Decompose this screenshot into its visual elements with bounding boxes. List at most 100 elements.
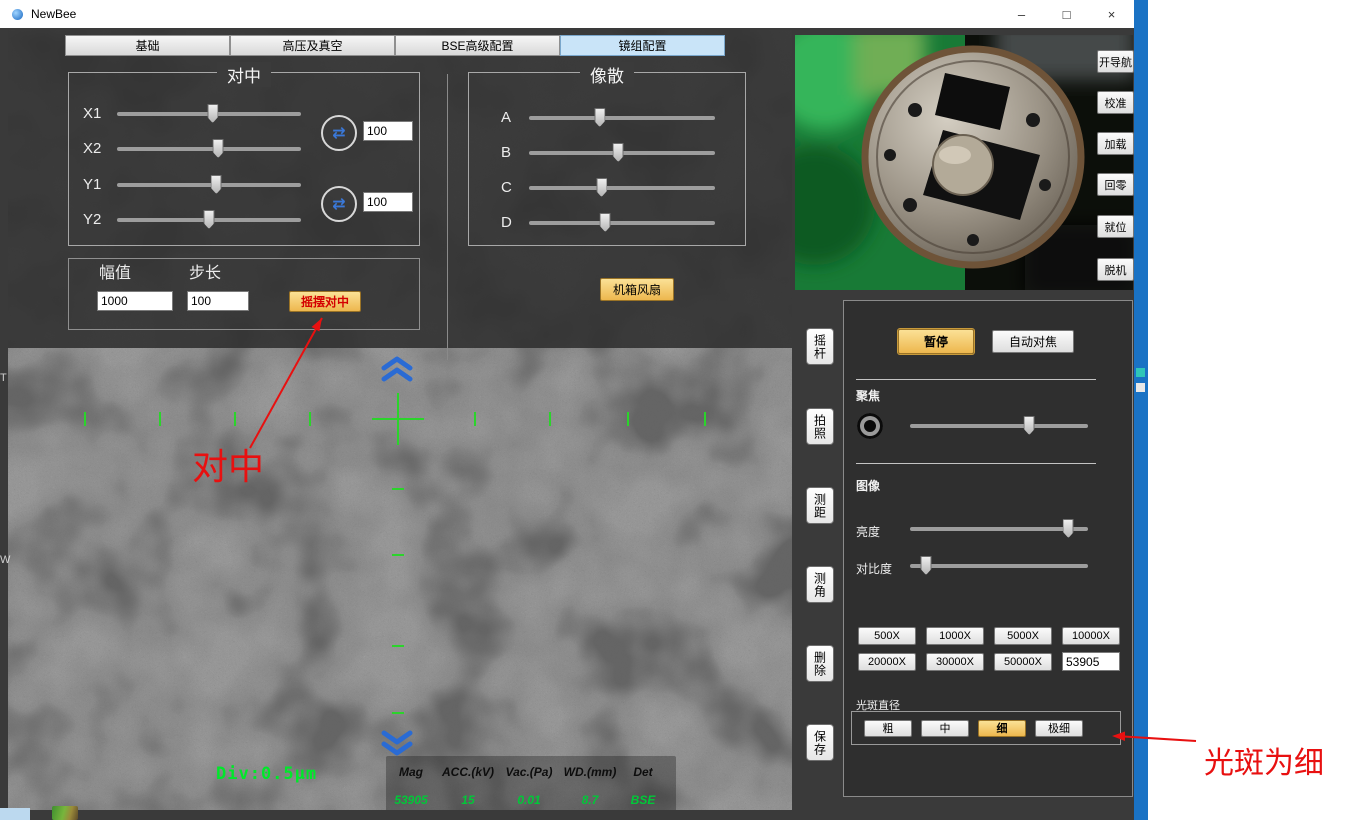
slider-thumb[interactable] <box>921 556 932 575</box>
sem-image-view: Div:0.5μm Mag ACC.(kV) Vac.(Pa) WD.(mm) … <box>8 30 792 810</box>
slider-track[interactable] <box>529 186 715 190</box>
slider-thumb[interactable] <box>213 139 224 158</box>
nav-calibrate-button[interactable]: 校准 <box>1097 91 1134 114</box>
tab-lens-config[interactable]: 镜组配置 <box>560 35 725 56</box>
autofocus-button[interactable]: 自动对焦 <box>992 330 1074 353</box>
x2-slider[interactable] <box>117 138 301 160</box>
spot-diameter-group: 粗 中 细 极细 <box>851 711 1121 745</box>
wobble-x-button[interactable]: ⇄ <box>321 115 357 151</box>
spot-coarse-button[interactable]: 粗 <box>864 720 912 737</box>
spot-fine-button[interactable]: 细 <box>978 720 1026 737</box>
stray-label: W <box>0 554 10 566</box>
status-value: 8.7 <box>558 793 622 807</box>
contrast-slider[interactable] <box>910 555 1088 577</box>
mag-1000x-button[interactable]: 1000X <box>926 627 984 645</box>
tool-photo-button[interactable]: 拍照 <box>806 408 834 445</box>
screen: NewBee – □ × <box>0 0 1366 820</box>
status-value: 0.01 <box>500 793 558 807</box>
slider-track[interactable] <box>910 564 1088 568</box>
slider-thumb[interactable] <box>613 143 624 162</box>
camera-photo <box>795 35 1133 290</box>
tool-measure-distance-button[interactable]: 测距 <box>806 487 834 524</box>
step-input[interactable] <box>187 291 249 311</box>
spot-extrafine-button[interactable]: 极细 <box>1035 720 1083 737</box>
mag-50000x-button[interactable]: 50000X <box>994 653 1052 671</box>
spot-medium-button[interactable]: 中 <box>921 720 969 737</box>
separator <box>856 379 1096 380</box>
tool-save-button[interactable]: 保存 <box>806 724 834 761</box>
mag-5000x-button[interactable]: 5000X <box>994 627 1052 645</box>
tab-basic[interactable]: 基础 <box>65 35 230 56</box>
scale-tick <box>627 412 629 426</box>
taskbar-icon[interactable] <box>1136 368 1145 377</box>
slider-track[interactable] <box>117 147 301 151</box>
scale-dash <box>392 488 404 490</box>
slider-track[interactable] <box>910 424 1088 428</box>
mag-value-input[interactable] <box>1062 652 1120 671</box>
taskbar-bottom-fragment <box>0 808 30 820</box>
tool-delete-button[interactable]: 删除 <box>806 645 834 682</box>
brightness-slider[interactable] <box>910 518 1088 540</box>
slider-track[interactable] <box>910 527 1088 531</box>
slider-thumb[interactable] <box>207 104 218 123</box>
status-value: BSE <box>622 793 664 807</box>
tool-joystick-button[interactable]: 摇杆 <box>806 328 834 365</box>
nav-return-zero-button[interactable]: 回零 <box>1097 173 1134 196</box>
tab-bar: 基础 高压及真空 BSE高级配置 镜组配置 <box>65 35 725 56</box>
x1-label: X1 <box>83 103 101 125</box>
status-header: ACC.(kV) <box>436 765 500 779</box>
nav-load-button[interactable]: 加载 <box>1097 132 1134 155</box>
stig-c-slider[interactable] <box>529 177 715 199</box>
wobble-y-value[interactable] <box>363 192 413 212</box>
status-value: 53905 <box>386 793 436 807</box>
slider-thumb[interactable] <box>204 210 215 229</box>
slider-thumb[interactable] <box>211 175 222 194</box>
slider-thumb[interactable] <box>600 213 611 232</box>
pause-button[interactable]: 暂停 <box>898 329 974 354</box>
scale-dash <box>392 645 404 647</box>
focus-label: 聚焦 <box>856 387 880 404</box>
maximize-button[interactable]: □ <box>1044 0 1089 28</box>
slider-track[interactable] <box>529 116 715 120</box>
tab-hv-vacuum[interactable]: 高压及真空 <box>230 35 395 56</box>
focus-slider[interactable] <box>910 415 1088 437</box>
mag-20000x-button[interactable]: 20000X <box>858 653 916 671</box>
stig-a-slider[interactable] <box>529 107 715 129</box>
nav-open-navigation-button[interactable]: 开导航 <box>1097 50 1134 73</box>
window-title: NewBee <box>31 7 76 21</box>
tool-measure-angle-button[interactable]: 测角 <box>806 566 834 603</box>
mag-10000x-button[interactable]: 10000X <box>1062 627 1120 645</box>
tab-bse-advanced[interactable]: BSE高级配置 <box>395 35 560 56</box>
slider-thumb[interactable] <box>1063 519 1074 538</box>
minimize-button[interactable]: – <box>999 0 1044 28</box>
slider-thumb[interactable] <box>596 178 607 197</box>
taskbar-thumbnail[interactable] <box>52 806 78 820</box>
slider-track[interactable] <box>529 221 715 225</box>
chassis-fan-button[interactable]: 机箱风扇 <box>600 278 674 301</box>
stig-d-slider[interactable] <box>529 212 715 234</box>
slider-track[interactable] <box>117 183 301 187</box>
mag-30000x-button[interactable]: 30000X <box>926 653 984 671</box>
cycle-arrows-icon: ⇄ <box>332 194 345 214</box>
stig-b-slider[interactable] <box>529 142 715 164</box>
taskbar-icon[interactable] <box>1136 383 1145 392</box>
astigmatism-group: 像散 A B C D <box>468 72 746 246</box>
status-header: Mag <box>386 765 436 779</box>
x1-slider[interactable] <box>117 103 301 125</box>
nav-offline-button[interactable]: 脱机 <box>1097 258 1134 281</box>
wobble-centering-button[interactable]: 摇摆对中 <box>289 291 361 312</box>
slider-thumb[interactable] <box>1024 416 1035 435</box>
chevron-up-icon <box>380 356 414 387</box>
wobble-x-value[interactable] <box>363 121 413 141</box>
amplitude-input[interactable] <box>97 291 173 311</box>
mag-500x-button[interactable]: 500X <box>858 627 916 645</box>
wobble-settings-box: 幅值 步长 摇摆对中 <box>68 258 420 330</box>
x2-label: X2 <box>83 138 101 160</box>
close-button[interactable]: × <box>1089 0 1134 28</box>
nav-in-position-button[interactable]: 就位 <box>1097 215 1134 238</box>
wobble-y-button[interactable]: ⇄ <box>321 186 357 222</box>
y2-slider[interactable] <box>117 209 301 231</box>
scale-tick <box>159 412 161 426</box>
y1-slider[interactable] <box>117 174 301 196</box>
slider-thumb[interactable] <box>594 108 605 127</box>
